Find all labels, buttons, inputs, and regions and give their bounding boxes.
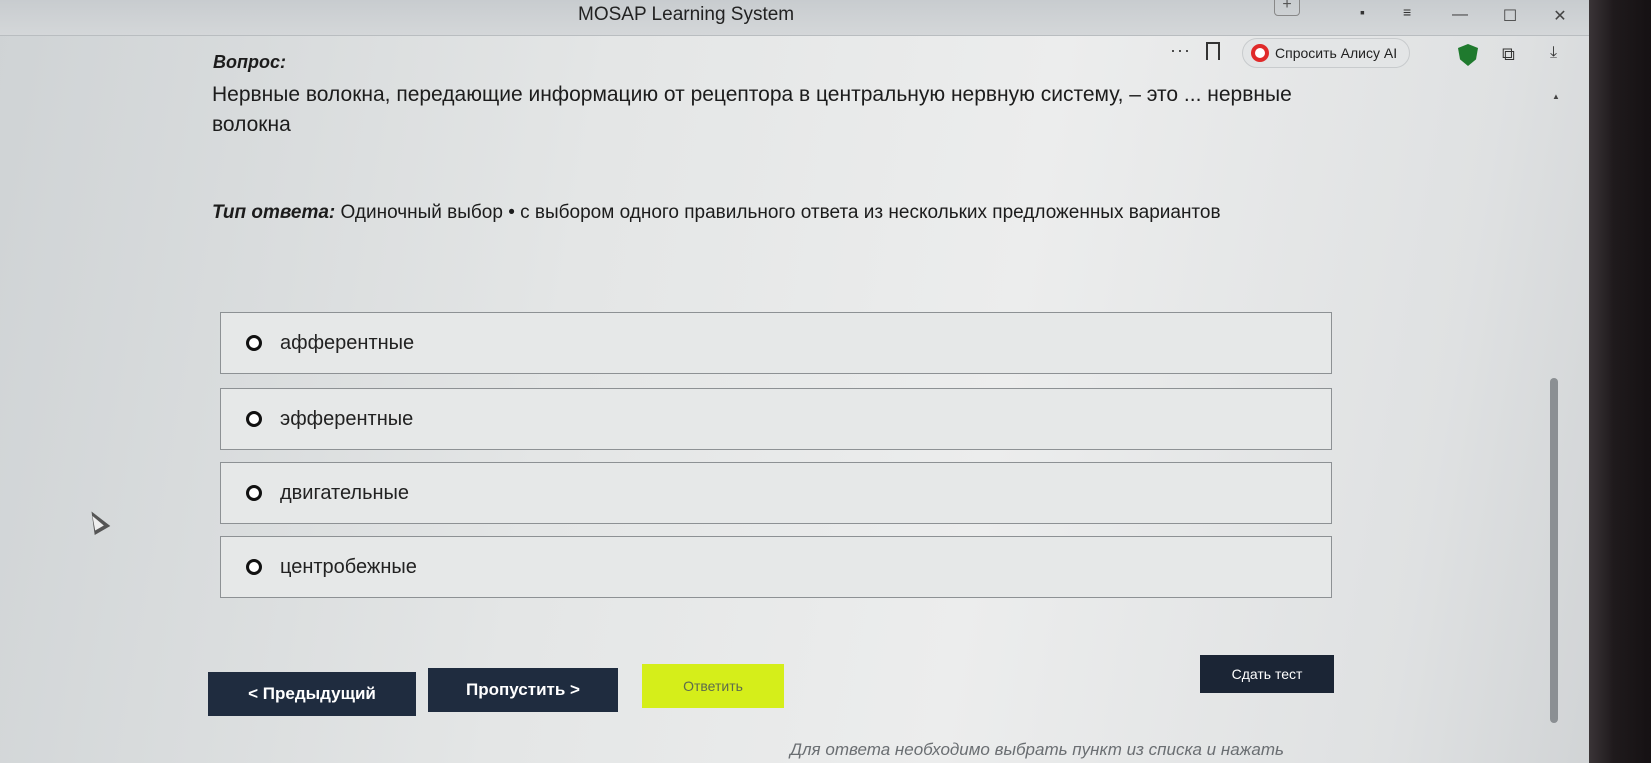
tab-icon[interactable]: ▪ — [1360, 4, 1365, 20]
extension-icon[interactable]: ⧉ — [1502, 44, 1515, 65]
answer-button[interactable]: Ответить — [642, 664, 784, 708]
option-label: двигательные — [280, 481, 410, 504]
bookmark-icon[interactable] — [1206, 42, 1220, 60]
scroll-up-arrow-icon[interactable]: ▲ — [1552, 92, 1560, 101]
skip-button[interactable]: Пропустить > — [428, 668, 618, 712]
option-centrifugal[interactable]: центробежные — [220, 536, 1332, 598]
previous-button[interactable]: < Предыдущий — [208, 672, 416, 716]
radio-button[interactable] — [246, 411, 262, 427]
option-label: афферентные — [280, 331, 415, 354]
monitor-bezel — [1589, 0, 1651, 763]
option-motor[interactable]: двигательные — [220, 462, 1332, 524]
radio-button[interactable] — [246, 485, 262, 501]
titlebar-icons: ▪ ≡ — [1360, 4, 1411, 20]
window-titlebar: + MOSAP Learning System ▪ ≡ — ☐ ✕ — [0, 0, 1589, 36]
option-efferent[interactable]: эфферентные — [220, 388, 1332, 450]
minimize-button[interactable]: — — [1449, 6, 1471, 26]
new-tab-button[interactable]: + — [1274, 0, 1300, 16]
option-afferent[interactable]: афферентные — [220, 312, 1332, 374]
question-text: Нервные волокна, передающие информацию о… — [212, 83, 1292, 136]
window-controls: — ☐ ✕ — [1449, 6, 1571, 26]
ask-alice-label: Спросить Алису AI — [1275, 45, 1398, 61]
screen: + MOSAP Learning System ▪ ≡ — ☐ ✕ ··· Сп… — [0, 0, 1651, 763]
answer-type-value: Одиночный выбор • с выбором одного прави… — [340, 202, 1221, 223]
ask-alice-button[interactable]: Спросить Алису AI — [1242, 38, 1411, 68]
shield-icon[interactable] — [1458, 44, 1478, 66]
option-label: центробежные — [280, 555, 417, 578]
radio-button[interactable] — [246, 559, 262, 575]
download-icon[interactable]: ⤓ — [1550, 44, 1557, 62]
radio-button[interactable] — [246, 335, 262, 351]
alice-icon — [1251, 44, 1269, 62]
submit-test-button[interactable]: Сдать тест — [1200, 655, 1334, 693]
option-label: эфферентные — [280, 407, 414, 430]
close-button[interactable]: ✕ — [1549, 6, 1571, 26]
maximize-button[interactable]: ☐ — [1499, 6, 1521, 26]
answer-type-line: Тип ответа: Одиночный выбор • с выбором … — [212, 202, 1221, 224]
browser-toolbar: ··· Спросить Алису AI ⧉ ⤓ — [1160, 38, 1589, 78]
footer-hint: Для ответа необходимо выбрать пункт из с… — [790, 740, 1284, 759]
question-heading: Вопрос: — [213, 52, 286, 72]
answer-type-label: Тип ответа: — [212, 202, 336, 223]
scrollbar-thumb[interactable] — [1550, 378, 1558, 723]
more-menu-button[interactable]: ··· — [1170, 40, 1191, 61]
window-title: MOSAP Learning System — [578, 4, 795, 25]
menu-icon[interactable]: ≡ — [1403, 4, 1411, 20]
